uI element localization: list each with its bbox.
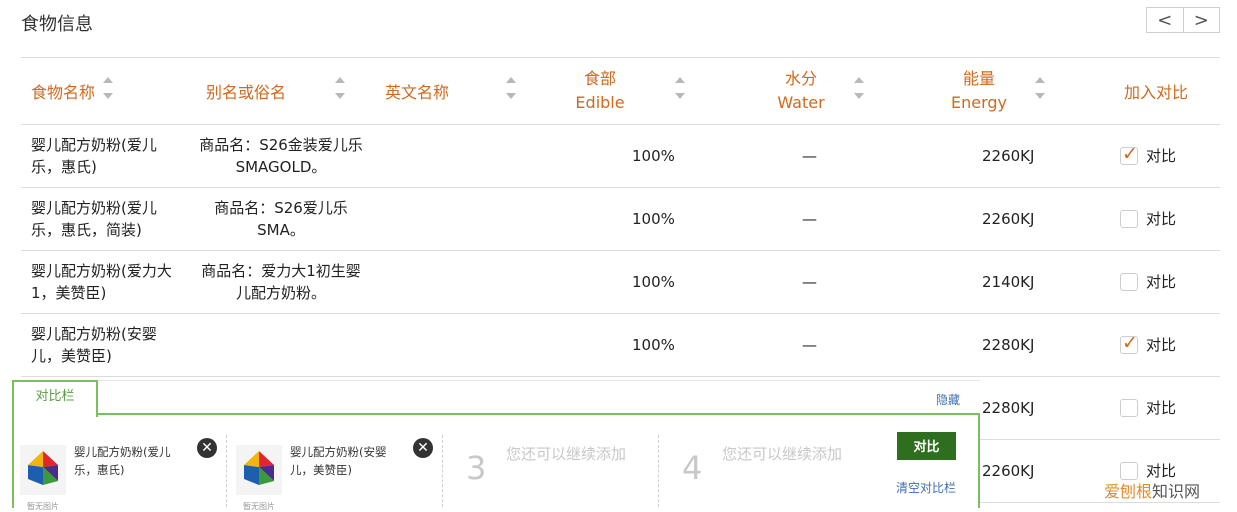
cell-food-name: 婴儿配方奶粉(爱儿乐，惠氏，简装) xyxy=(21,187,198,251)
table-row: 婴儿配方奶粉(爱力大1，美赞臣) 商品名：爱力大1初生婴儿配方奶粉。 100% —21… xyxy=(21,250,1220,314)
cell-food-name: 婴儿配方奶粉(安婴儿，美赞臣) xyxy=(21,313,198,377)
compare-checkbox[interactable] xyxy=(1120,143,1138,166)
placeholder-image-icon xyxy=(20,445,66,495)
compare-item-name: 婴儿配方奶粉(安婴儿，美赞臣) xyxy=(290,445,387,477)
remove-compare-item-button[interactable]: ✕ xyxy=(197,438,217,458)
compare-checkbox-label: 对比 xyxy=(1146,336,1177,355)
col-header-english[interactable]: 英文名称 xyxy=(377,57,556,125)
hide-panel-link[interactable]: 隐藏 xyxy=(936,391,960,408)
table-row: 婴儿配方奶粉(爱儿乐，惠氏，简装) 商品名：S26爱儿乐SMA。 100% —2260… xyxy=(21,187,1220,251)
sort-icon[interactable] xyxy=(103,77,113,99)
slot-divider xyxy=(658,435,659,507)
col-header-energy[interactable]: 能量 Energy xyxy=(912,57,1092,125)
sort-icon[interactable] xyxy=(1035,77,1045,99)
cell-compare: 对比 xyxy=(1092,187,1220,251)
compare-checkbox-label: 对比 xyxy=(1146,210,1177,229)
compare-checkbox-label: 对比 xyxy=(1146,273,1177,292)
slot-number: 4 xyxy=(682,449,703,487)
watermark: 爱刨根知识网 xyxy=(1104,478,1200,502)
cell-water: — xyxy=(734,187,912,251)
cell-english xyxy=(377,187,556,251)
sort-icon[interactable] xyxy=(506,77,516,99)
slot-hint: 您还可以继续添加 xyxy=(722,445,843,463)
col-header-edible[interactable]: 食部 Edible xyxy=(556,57,734,125)
placeholder-image-icon xyxy=(236,445,282,495)
next-page-button[interactable]: > xyxy=(1182,8,1220,32)
page-title: 食物信息 xyxy=(21,14,93,35)
watermark-part1: 爱刨根 xyxy=(1104,482,1153,501)
table-header-row: 食物名称 别名或俗名 英文名称 食部 Edible 水分 Water 能量 En… xyxy=(21,57,1220,125)
cell-compare: 对比 xyxy=(1092,313,1220,377)
cell-english xyxy=(377,250,556,314)
cell-water: — xyxy=(734,124,912,188)
cell-water: — xyxy=(734,313,912,377)
compare-panel-topbar: 隐藏 xyxy=(96,380,980,414)
cell-energy: 2260KJ xyxy=(912,187,1092,251)
slot-divider xyxy=(442,435,443,507)
compare-checkbox-label: 对比 xyxy=(1146,399,1177,418)
cell-alias xyxy=(198,313,377,377)
table-row: 婴儿配方奶粉(爱儿乐，惠氏) 商品名：S26金装爱儿乐SMAGOLD。 100% —2… xyxy=(21,124,1220,188)
cell-compare: 对比 xyxy=(1092,124,1220,188)
compare-checkbox[interactable] xyxy=(1120,332,1138,355)
watermark-part2: 知识网 xyxy=(1152,482,1201,501)
cell-edible: 100% xyxy=(556,124,734,188)
cell-energy: 2140KJ xyxy=(912,250,1092,314)
compare-panel-body: 暂无图片 婴儿配方奶粉(爱儿乐，惠氏) ✕ 暂无图片 婴儿配方奶粉(安婴儿，美赞… xyxy=(12,413,980,511)
cell-water: — xyxy=(734,250,912,314)
sort-icon[interactable] xyxy=(675,77,685,99)
thumb-caption: 暂无图片 xyxy=(27,502,59,511)
cell-edible: 100% xyxy=(556,250,734,314)
compare-slot-2: 暂无图片 婴儿配方奶粉(安婴儿，美赞臣) ✕ xyxy=(230,435,440,511)
compare-item-name: 婴儿配方奶粉(爱儿乐，惠氏) xyxy=(74,445,171,477)
table-row: 婴儿配方奶粉(安婴儿，美赞臣) 100%—2280KJ 对比 xyxy=(21,313,1220,377)
cell-compare: 对比 xyxy=(1092,250,1220,314)
compare-panel-tab[interactable]: 对比栏 xyxy=(12,380,98,417)
col-header-food-name[interactable]: 食物名称 xyxy=(21,57,198,125)
slot-hint: 您还可以继续添加 xyxy=(506,445,627,463)
col-header-water[interactable]: 水分 Water xyxy=(734,57,912,125)
sort-icon[interactable] xyxy=(335,77,345,99)
col-header-compare: 加入对比 xyxy=(1092,57,1220,125)
pager: < > xyxy=(1146,7,1220,33)
prev-page-button[interactable]: < xyxy=(1147,8,1183,32)
cell-english xyxy=(377,313,556,377)
cell-energy: 2280KJ xyxy=(912,313,1092,377)
compare-checkbox-label: 对比 xyxy=(1146,147,1177,166)
remove-compare-item-button[interactable]: ✕ xyxy=(413,438,433,458)
thumb-caption: 暂无图片 xyxy=(243,502,275,511)
clear-compare-link[interactable]: 清空对比栏 xyxy=(896,479,956,496)
cell-alias: 商品名：S26爱儿乐SMA。 xyxy=(198,187,377,251)
cell-food-name: 婴儿配方奶粉(爱儿乐，惠氏) xyxy=(21,124,198,188)
compare-button[interactable]: 对比 xyxy=(897,432,956,460)
cell-energy: 2260KJ xyxy=(912,124,1092,188)
cell-edible: 100% xyxy=(556,313,734,377)
col-header-alias[interactable]: 别名或俗名 xyxy=(198,57,377,125)
compare-checkbox[interactable] xyxy=(1120,210,1138,229)
cell-english xyxy=(377,124,556,188)
compare-panel: 对比栏 隐藏 暂无图片 婴儿配方奶粉(爱儿乐，惠氏) ✕ 暂无图片 婴儿配方奶粉… xyxy=(12,380,980,511)
slot-number: 3 xyxy=(466,449,487,487)
cell-alias: 商品名：爱力大1初生婴儿配方奶粉。 xyxy=(198,250,377,314)
compare-slot-1: 暂无图片 婴儿配方奶粉(爱儿乐，惠氏) ✕ xyxy=(14,435,224,511)
compare-slot-3: 3 您还可以继续添加 xyxy=(446,435,656,505)
compare-checkbox[interactable] xyxy=(1120,399,1138,418)
cell-edible: 100% xyxy=(556,187,734,251)
cell-alias: 商品名：S26金装爱儿乐SMAGOLD。 xyxy=(198,124,377,188)
slot-divider xyxy=(226,435,227,507)
cell-food-name: 婴儿配方奶粉(爱力大1，美赞臣) xyxy=(21,250,198,314)
sort-icon[interactable] xyxy=(854,77,864,99)
compare-slot-4: 4 您还可以继续添加 xyxy=(662,435,872,505)
compare-checkbox[interactable] xyxy=(1120,273,1138,292)
cell-compare: 对比 xyxy=(1092,376,1220,440)
